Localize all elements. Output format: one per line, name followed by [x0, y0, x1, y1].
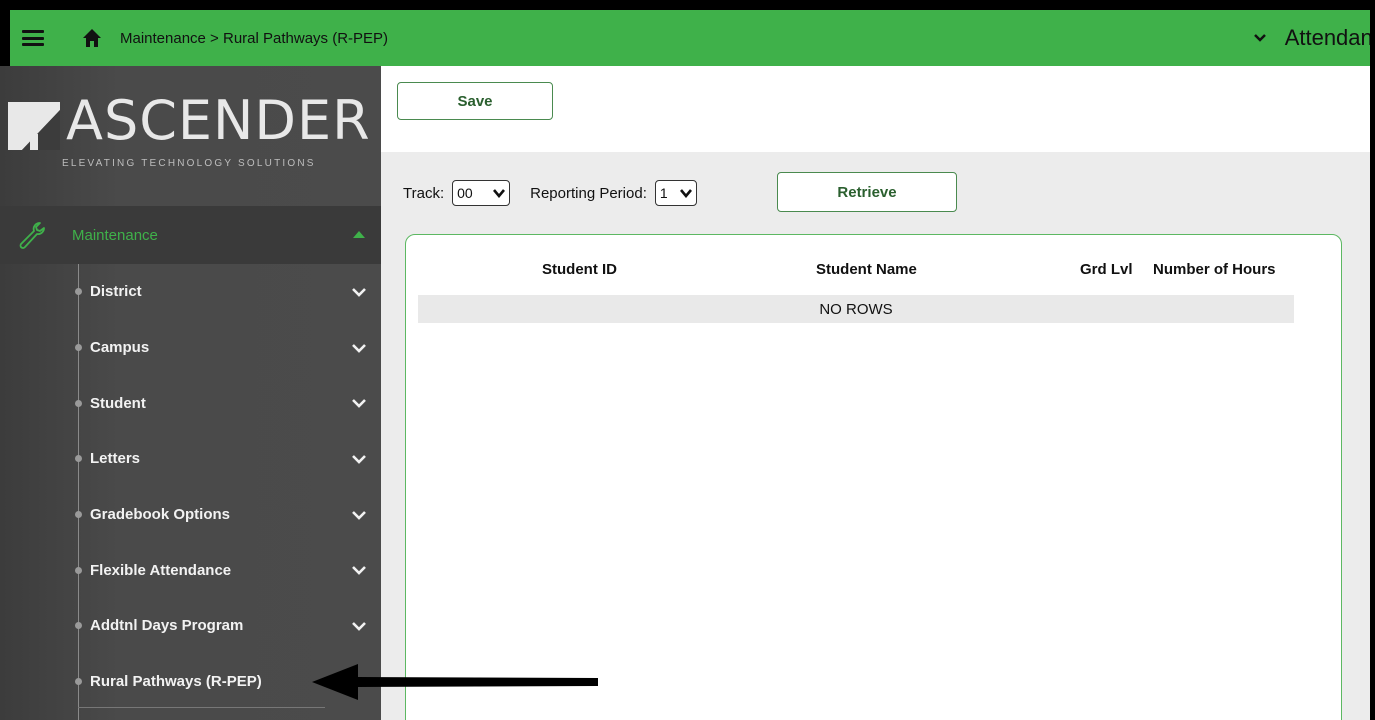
- sidebar-item-label: District: [90, 283, 142, 301]
- tree-node-dot: [75, 622, 82, 630]
- app-frame: Maintenance > Rural Pathways (R-PEP) Att…: [0, 0, 1375, 720]
- logo-wordmark: ASCENDER: [66, 89, 371, 152]
- tree-node-dot: [75, 511, 82, 519]
- hamburger-menu-icon[interactable]: [22, 30, 44, 46]
- chevron-down-icon[interactable]: [351, 509, 367, 521]
- sidebar-item-student[interactable]: Student: [0, 375, 381, 431]
- tree-node-dot: [75, 678, 82, 686]
- sidebar: ASCENDER ELEVATING TECHNOLOGY SOLUTIONS …: [0, 66, 381, 720]
- column-header-student-name[interactable]: Student Name: [816, 261, 917, 278]
- sidebar-item-flexible-attendance[interactable]: Flexible Attendance: [0, 542, 381, 598]
- tree-node-dot: [75, 566, 82, 574]
- reporting-period-select[interactable]: 1: [654, 180, 697, 206]
- sidebar-item-label: Flexible Attendance: [90, 561, 232, 579]
- chevron-down-icon[interactable]: [351, 620, 367, 632]
- chevron-down-icon[interactable]: [351, 453, 367, 465]
- main-content: Save Track: 00 Reporting Period: 1 Retri…: [381, 66, 1370, 720]
- track-select[interactable]: 00: [452, 180, 511, 206]
- ascender-logo: ASCENDER ELEVATING TECHNOLOGY SOLUTIONS: [0, 66, 381, 206]
- chevron-down-icon[interactable]: [351, 286, 367, 298]
- home-icon[interactable]: [82, 28, 102, 48]
- chevron-down-icon: [493, 189, 506, 198]
- save-toolbar: Save: [381, 66, 1370, 152]
- breadcrumb: Maintenance > Rural Pathways (R-PEP): [120, 29, 389, 47]
- chevron-down-icon[interactable]: [351, 342, 367, 354]
- sidebar-item-letters[interactable]: Letters: [0, 431, 381, 487]
- chevron-down-icon: [679, 189, 692, 198]
- sidebar-nav-list: District Campus Student Letters Gradeboo: [0, 264, 381, 710]
- track-label: Track:: [403, 184, 445, 202]
- reporting-period-label: Reporting Period:: [530, 184, 647, 202]
- column-header-number-of-hours[interactable]: Number of Hours: [1153, 261, 1276, 278]
- sidebar-item-addtnl-days-program[interactable]: Addtnl Days Program: [0, 598, 381, 654]
- filter-bar: Track: 00 Reporting Period: 1: [403, 178, 697, 208]
- sidebar-item-label: Addtnl Days Program: [90, 617, 244, 635]
- sidebar-item-label: Letters: [90, 450, 141, 468]
- sidebar-item-label: Rural Pathways (R-PEP): [90, 673, 262, 691]
- results-panel: Student ID Student Name Grd Lvl Number o…: [405, 234, 1342, 720]
- sidebar-item-district[interactable]: District: [0, 264, 381, 320]
- chevron-up-icon[interactable]: [351, 228, 367, 240]
- top-right-area: Attendance: [1253, 10, 1370, 66]
- empty-rows-message: NO ROWS: [418, 295, 1294, 323]
- sidebar-item-label: Student: [90, 394, 146, 412]
- tree-node-dot: [75, 344, 82, 352]
- sidebar-item-label: Gradebook Options: [90, 506, 231, 524]
- chevron-down-icon[interactable]: [351, 397, 367, 409]
- sidebar-item-label: Campus: [90, 339, 150, 357]
- logo-tagline: ELEVATING TECHNOLOGY SOLUTIONS: [62, 158, 316, 169]
- logo-mark-icon: [8, 102, 60, 150]
- track-value: 00: [457, 185, 473, 201]
- column-header-grd-lvl[interactable]: Grd Lvl: [1080, 261, 1133, 278]
- reporting-period-value: 1: [659, 185, 668, 201]
- tree-node-dot: [75, 455, 82, 463]
- tree-node-dot: [75, 399, 82, 407]
- save-button[interactable]: Save: [397, 82, 553, 120]
- annotation-arrow-icon: [312, 664, 598, 700]
- chevron-down-icon[interactable]: [351, 564, 367, 576]
- sidebar-item-campus[interactable]: Campus: [0, 320, 381, 376]
- application-name[interactable]: Attendance: [1285, 25, 1370, 51]
- tree-node-dot: [75, 288, 82, 296]
- wrench-icon: [19, 222, 45, 249]
- chevron-down-icon[interactable]: [1253, 31, 1267, 45]
- sidebar-section-label: Maintenance: [72, 226, 158, 244]
- retrieve-button[interactable]: Retrieve: [777, 172, 957, 212]
- sidebar-item-gradebook-options[interactable]: Gradebook Options: [0, 487, 381, 543]
- top-bar: Maintenance > Rural Pathways (R-PEP) Att…: [10, 10, 1370, 66]
- column-header-student-id[interactable]: Student ID: [542, 261, 617, 278]
- sidebar-section-maintenance[interactable]: Maintenance: [0, 206, 381, 264]
